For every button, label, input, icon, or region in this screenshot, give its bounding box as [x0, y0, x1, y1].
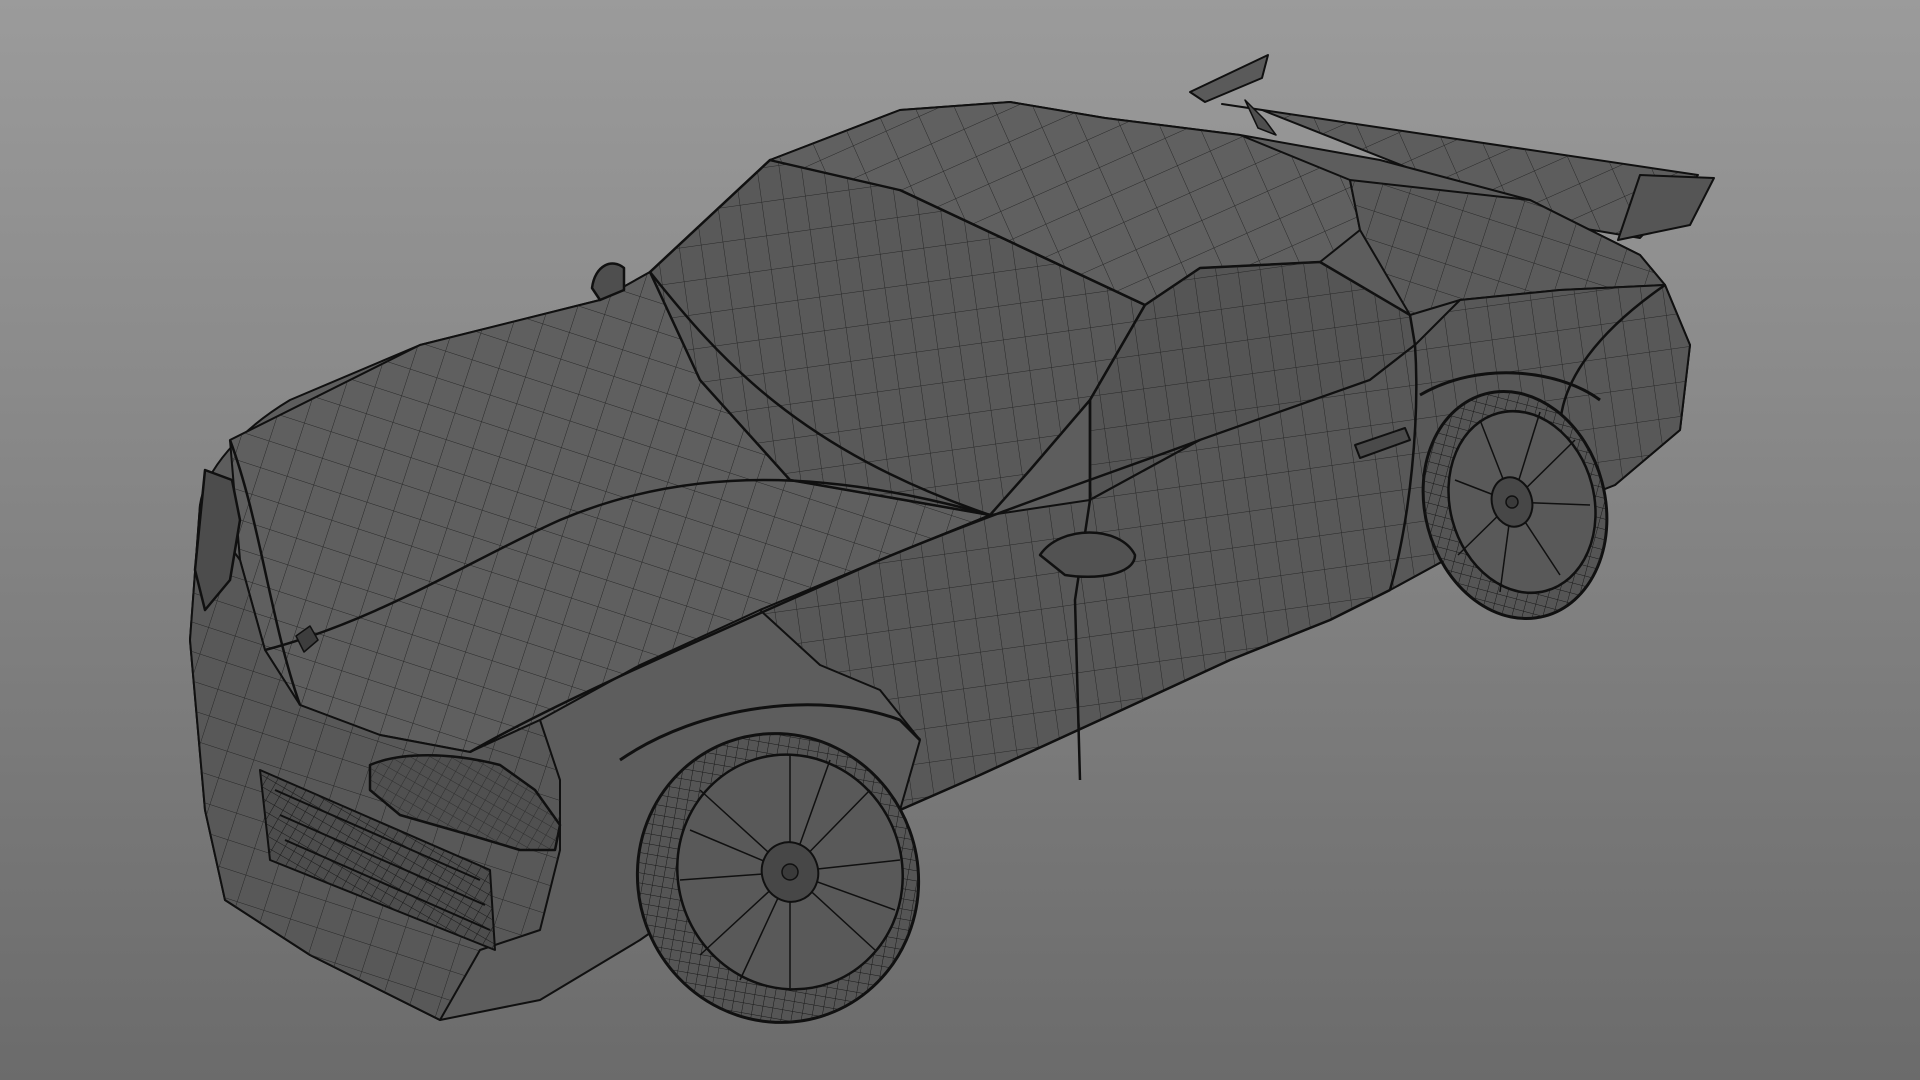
3d-viewport[interactable]: [0, 0, 1920, 1080]
viewport-canvas[interactable]: [0, 0, 1920, 1080]
